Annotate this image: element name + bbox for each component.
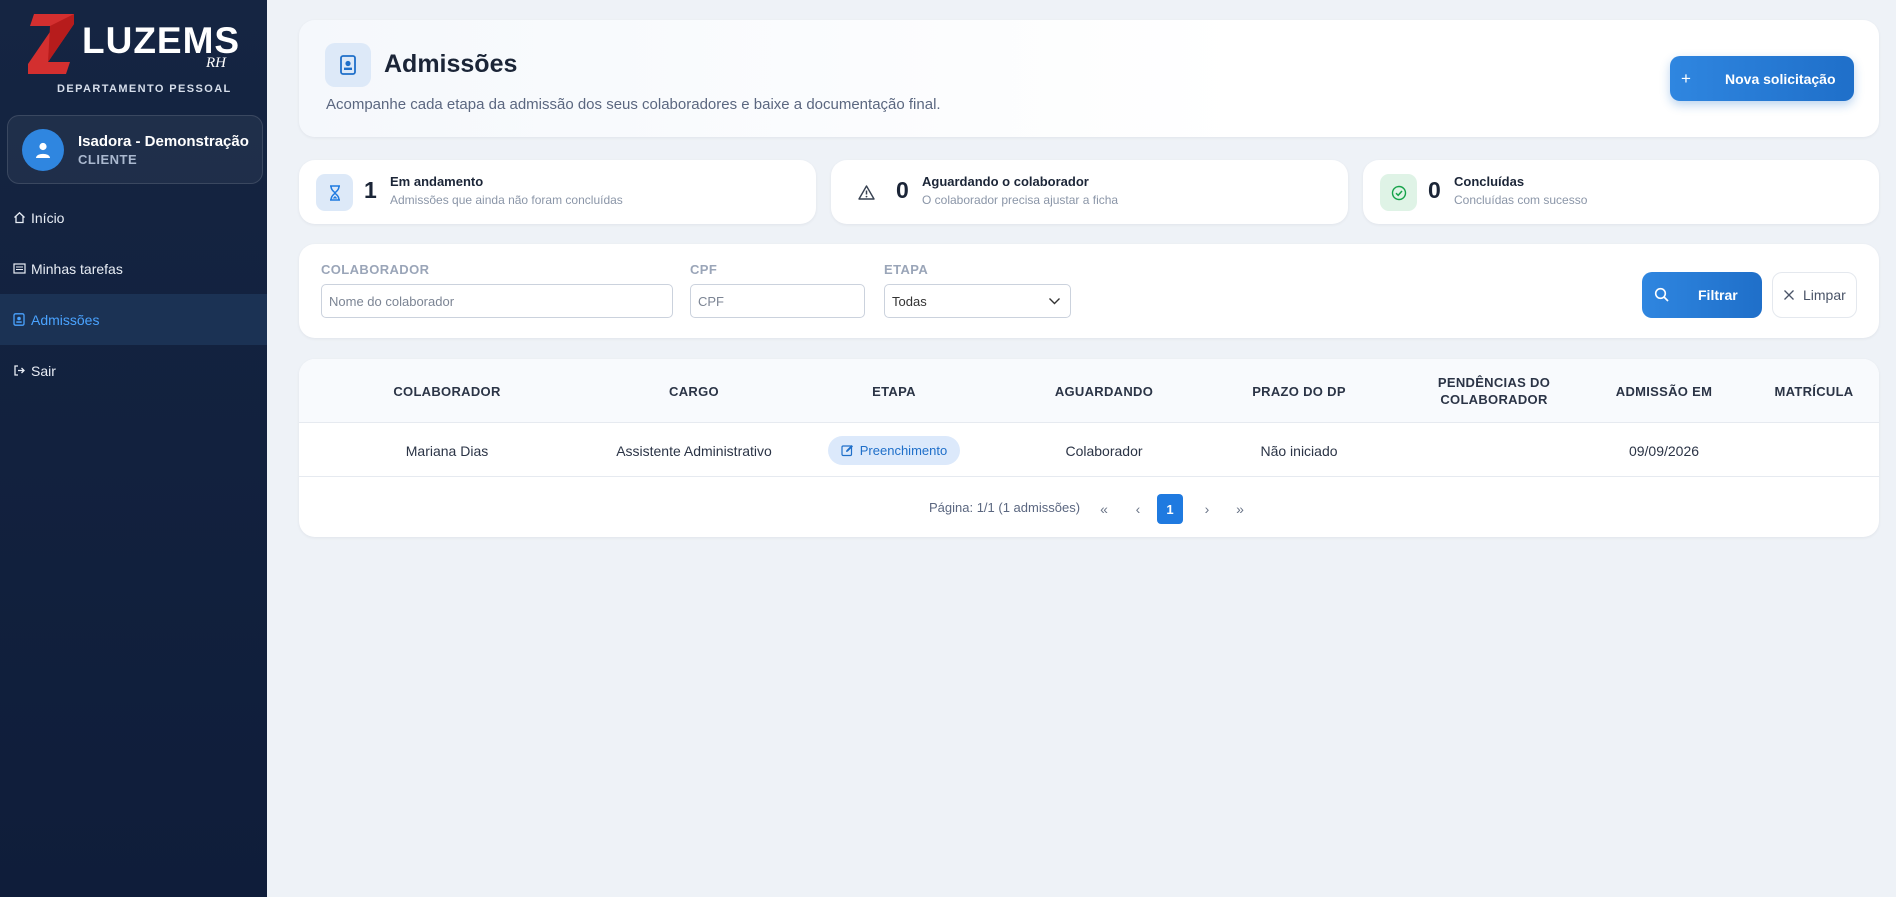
new-request-button[interactable]: + Nova solicitação — [1670, 56, 1854, 101]
column-header: CARGO — [669, 383, 719, 399]
stage-label: ETAPA — [884, 262, 929, 277]
cpf-label: CPF — [690, 262, 718, 277]
brand-logo[interactable]: LUZEMS RH DEPARTAMENTO PESSOAL — [22, 12, 252, 95]
stat-subtitle: O colaborador precisa ajustar a ficha — [922, 193, 1119, 207]
sidebar-item-minhas-tarefas[interactable]: Minhas tarefas — [0, 243, 267, 294]
stage-badge[interactable]: Preenchimento — [827, 436, 961, 465]
table-header: COLABORADOR CARGO ETAPA AGUARDANDO PRAZO… — [299, 359, 1879, 423]
next-page-button[interactable]: › — [1194, 494, 1220, 524]
page-title: Admissões — [384, 50, 518, 78]
cell-etapa: Preenchimento — [809, 424, 979, 477]
user-card[interactable]: Isadora - Demonstração CLIENTE — [7, 115, 263, 184]
filter-panel: COLABORADOR CPF ETAPA Todas Filtrar Limp… — [299, 244, 1879, 338]
prev-page-button[interactable]: ‹ — [1125, 494, 1151, 524]
stat-title: Aguardando o colaborador — [922, 174, 1089, 189]
page-description: Acompanhe cada etapa da admissão dos seu… — [326, 96, 941, 113]
column-header: ETAPA — [872, 383, 916, 399]
cell-matricula — [1749, 424, 1879, 477]
brand-z-icon — [28, 14, 74, 74]
brand-subtitle: DEPARTAMENTO PESSOAL — [57, 83, 232, 95]
cell-aguardando: Colaborador — [1065, 442, 1143, 459]
stat-card-completed: 0 Concluídas Concluídas com sucesso — [1363, 160, 1879, 224]
sidebar-item-inicio[interactable]: Início — [0, 192, 267, 243]
home-icon — [12, 211, 26, 225]
user-icon — [36, 142, 50, 158]
brand-suffix: RH — [206, 55, 226, 71]
stage-select-value: Todas — [892, 293, 927, 309]
plus-icon: + — [1681, 68, 1691, 88]
sidebar-item-label: Início — [31, 209, 65, 226]
sidebar-item-label: Admissões — [31, 311, 100, 328]
cell-admissao: 09/09/2026 — [1628, 442, 1700, 459]
check-circle-icon — [1380, 174, 1417, 211]
list-icon — [12, 262, 26, 276]
column-header: AGUARDANDO — [1054, 383, 1154, 399]
stage-select[interactable]: Todas — [884, 284, 1071, 318]
column-header: MATRÍCULA — [1774, 383, 1854, 399]
stat-title: Concluídas — [1454, 174, 1525, 189]
stat-value: 0 — [896, 177, 909, 203]
last-page-button[interactable]: » — [1227, 494, 1253, 524]
stat-subtitle: Admissões que ainda não foram concluídas — [390, 193, 623, 207]
search-icon — [1654, 287, 1670, 303]
column-header: PRAZO DO DP — [1252, 383, 1346, 399]
close-icon — [1783, 289, 1795, 301]
cell-colaborador: Mariana Dias — [405, 442, 489, 459]
column-header: ADMISSÃO EM — [1615, 383, 1713, 399]
chevron-down-icon — [1049, 298, 1060, 305]
stat-title: Em andamento — [390, 174, 484, 189]
sidebar-item-label: Sair — [31, 362, 56, 379]
user-name: Isadora - Demonstração — [78, 133, 249, 150]
user-role: CLIENTE — [78, 152, 138, 167]
column-header: COLABORADOR — [393, 383, 501, 399]
warning-icon — [848, 174, 885, 211]
stage-badge-label: Preenchimento — [859, 443, 948, 458]
cell-prazo: Não iniciado — [1260, 442, 1338, 459]
clear-button[interactable]: Limpar — [1772, 272, 1857, 318]
collaborator-label: COLABORADOR — [321, 262, 430, 277]
table-row[interactable]: Mariana Dias Assistente Administrativo P… — [299, 424, 1879, 477]
admissions-table: COLABORADOR CARGO ETAPA AGUARDANDO PRAZO… — [299, 359, 1879, 537]
cpf-input[interactable] — [690, 284, 865, 318]
cell-cargo: Assistente Administrativo — [616, 442, 772, 459]
id-badge-icon — [325, 43, 371, 87]
page-button-current[interactable]: 1 — [1157, 494, 1183, 524]
sidebar-item-sair[interactable]: Sair — [0, 345, 267, 396]
cell-pendencias — [1409, 424, 1579, 477]
page-header: Admissões Acompanhe cada etapa da admiss… — [299, 20, 1879, 137]
collaborator-input[interactable] — [321, 284, 673, 318]
stat-card-awaiting: 0 Aguardando o colaborador O colaborador… — [831, 160, 1348, 224]
stat-card-in-progress: 1 Em andamento Admissões que ainda não f… — [299, 160, 816, 224]
pagination: Página: 1/1 (1 admissões) « ‹ 1 › » — [299, 478, 1879, 537]
pagination-info: Página: 1/1 (1 admissões) — [929, 500, 1081, 515]
sidebar-item-label: Minhas tarefas — [31, 260, 123, 277]
sidebar: LUZEMS RH DEPARTAMENTO PESSOAL Isadora -… — [0, 0, 267, 897]
id-badge-icon — [12, 313, 26, 327]
stat-subtitle: Concluídas com sucesso — [1454, 193, 1588, 207]
sidebar-item-admissoes[interactable]: Admissões — [0, 294, 267, 345]
first-page-button[interactable]: « — [1091, 494, 1117, 524]
stat-value: 1 — [364, 177, 377, 203]
edit-icon — [841, 444, 854, 457]
logout-icon — [12, 364, 26, 378]
stat-value: 0 — [1428, 177, 1441, 203]
hourglass-icon — [316, 174, 353, 211]
avatar — [22, 129, 64, 171]
column-header: PENDÊNCIAS DO COLABORADOR — [1437, 375, 1551, 407]
filter-button[interactable]: Filtrar — [1642, 272, 1762, 318]
